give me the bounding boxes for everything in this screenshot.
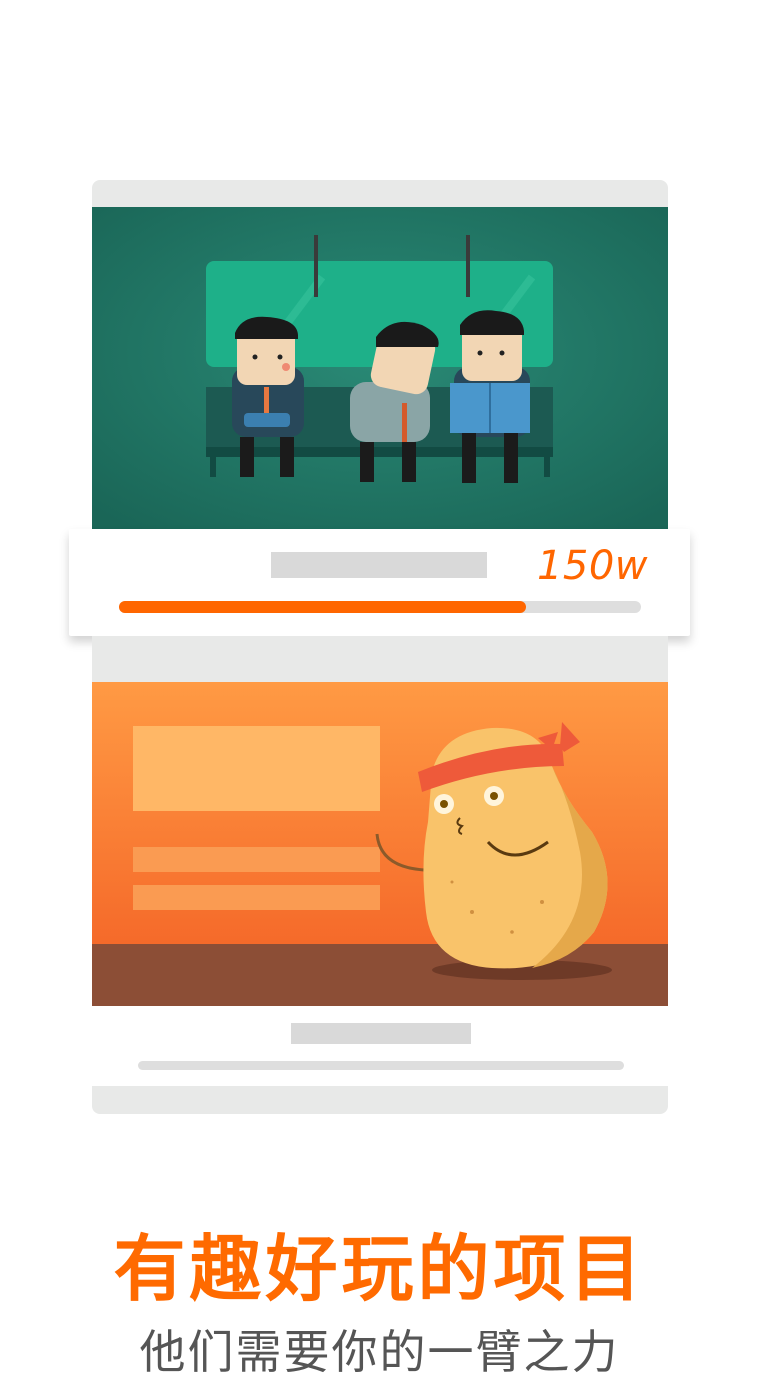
- project-progress-card[interactable]: 150w: [69, 529, 690, 636]
- second-card-info[interactable]: [92, 1006, 668, 1086]
- project-title-placeholder: [271, 552, 487, 578]
- description-placeholder: [138, 1061, 624, 1070]
- progress-track: [119, 601, 641, 613]
- progress-fill: [119, 601, 527, 613]
- potato-illustration: [92, 682, 668, 1006]
- project-title-placeholder-2: [291, 1023, 471, 1044]
- card-divider: [92, 636, 668, 682]
- feature-tagline: 他们需要你的一臂之力: [139, 1325, 620, 1379]
- subway-illustration: [92, 207, 668, 529]
- feature-headline: 有趣好玩的项目: [113, 1227, 646, 1311]
- support-count: 150w: [536, 543, 648, 589]
